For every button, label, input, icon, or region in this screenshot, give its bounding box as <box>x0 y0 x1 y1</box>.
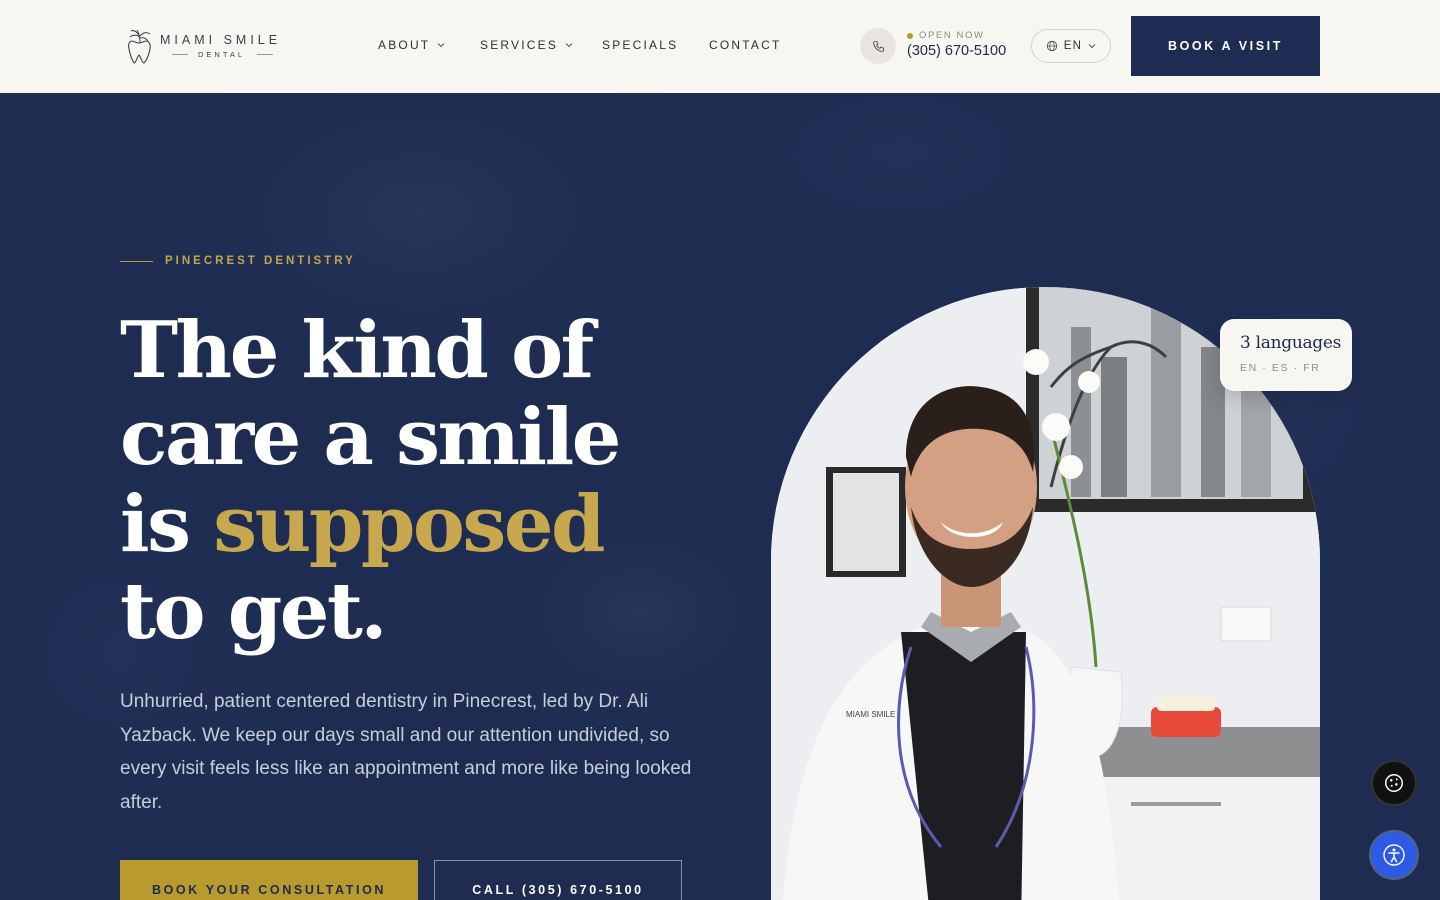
svg-text:MIAMI SMILE: MIAMI SMILE <box>846 710 895 719</box>
hero-section: PINECREST DENTISTRY The kind of care a s… <box>0 93 1440 900</box>
logo-wordmark: MIAMI SMILE <box>160 33 282 47</box>
nav-item-specials[interactable]: SPECIALS <box>602 37 709 53</box>
headline-highlight: supposed <box>213 479 605 570</box>
tooth-palm-icon <box>128 29 151 64</box>
logo-subtitle: DENTAL <box>198 50 246 59</box>
main-nav: ABOUT SERVICES SPECIALS CONTACT <box>378 37 782 53</box>
phone-link[interactable]: (305) 670-5100 <box>907 43 1006 59</box>
language-current: EN <box>1063 40 1083 52</box>
eyebrow-label: PINECREST DENTISTRY <box>165 255 356 267</box>
headline-line: to get. <box>120 566 388 657</box>
nav-item-about[interactable]: ABOUT <box>378 37 480 53</box>
eyebrow-line <box>120 260 153 262</box>
cookie-settings-button[interactable] <box>1371 760 1417 806</box>
hero-headline: The kind of care a smile is supposed to … <box>120 305 621 657</box>
globe-icon <box>1046 40 1057 52</box>
open-status-label: OPEN NOW <box>919 30 985 41</box>
chevron-down-icon <box>1088 44 1096 49</box>
headline-line: The kind of <box>120 305 594 396</box>
languages-card-list: EN · ES · FR <box>1240 362 1321 374</box>
chevron-down-icon <box>565 43 573 48</box>
open-status: OPEN NOW <box>907 30 985 41</box>
logo[interactable]: MIAMI SMILE DENTAL <box>126 27 291 65</box>
nav-item-label: ABOUT <box>378 38 431 52</box>
phone-icon <box>872 40 884 52</box>
logo-divider <box>257 54 273 55</box>
nav-item-label: SPECIALS <box>602 38 679 52</box>
nav-item-contact[interactable]: CONTACT <box>709 37 782 53</box>
hero-lead-paragraph: Unhurried, patient centered dentistry in… <box>120 691 692 814</box>
book-visit-button[interactable]: BOOK A VISIT <box>1131 16 1320 76</box>
book-consultation-button[interactable]: BOOK YOUR CONSULTATION <box>120 860 418 900</box>
nav-item-label: SERVICES <box>480 38 559 52</box>
headline-line: care a smile <box>120 392 621 483</box>
accessibility-button[interactable] <box>1371 832 1417 878</box>
status-dot <box>907 32 913 39</box>
cookie-icon <box>1385 774 1403 792</box>
languages-card: 3 languages EN · ES · FR <box>1220 319 1352 391</box>
site-header: MIAMI SMILE DENTAL ABOUT SERVICES SPECIA… <box>0 0 1440 93</box>
headline-line: is supposed <box>120 481 619 568</box>
accessibility-icon <box>1383 844 1405 866</box>
call-button[interactable]: CALL (305) 670-5100 <box>434 860 682 900</box>
nav-item-services[interactable]: SERVICES <box>480 37 602 53</box>
nav-item-label: CONTACT <box>709 38 782 52</box>
logo-divider <box>172 54 188 55</box>
languages-card-title: 3 languages <box>1240 333 1342 353</box>
chevron-down-icon <box>437 43 445 48</box>
headline-text: is <box>120 479 214 570</box>
language-selector[interactable]: EN <box>1031 29 1111 63</box>
hero-eyebrow: PINECREST DENTISTRY <box>120 255 356 267</box>
phone-button[interactable] <box>860 28 896 64</box>
